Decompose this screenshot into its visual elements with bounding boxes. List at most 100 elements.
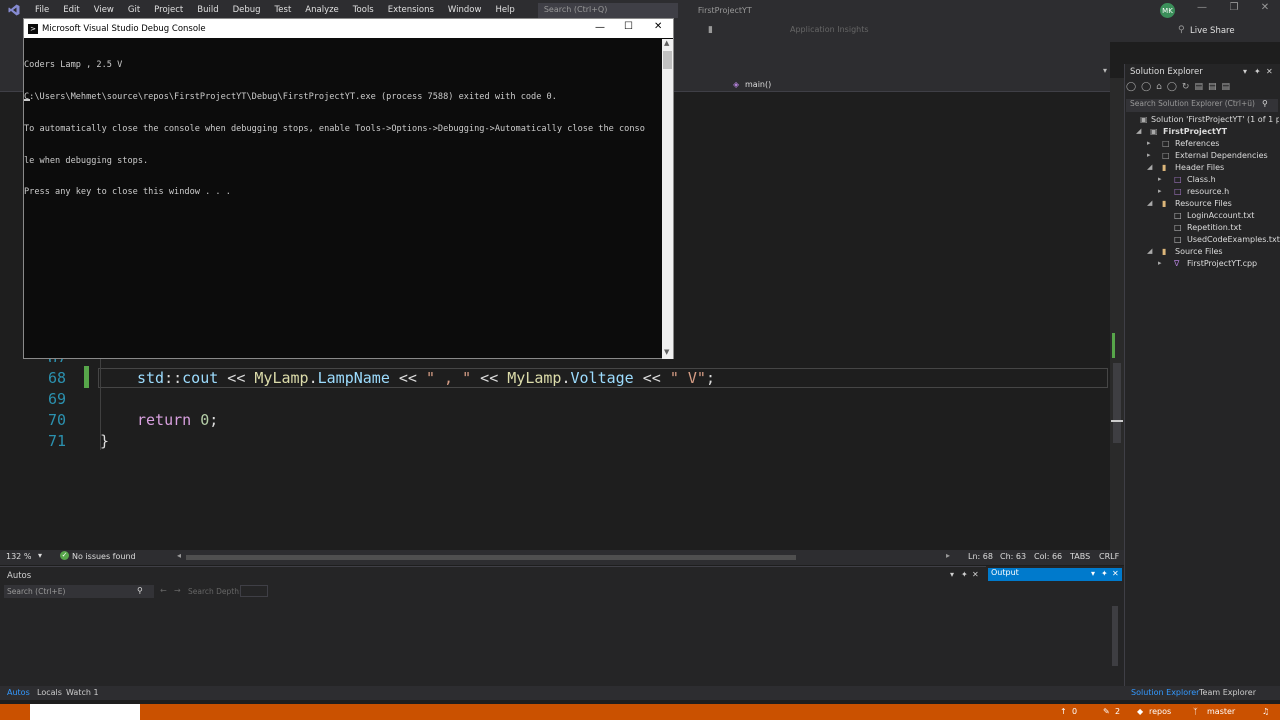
references-node[interactable]: References: [1175, 139, 1219, 148]
tab-team-explorer[interactable]: Team Explorer: [1199, 688, 1256, 697]
menu-analyze[interactable]: Analyze: [298, 5, 346, 15]
scroll-thumb[interactable]: [1113, 363, 1121, 443]
search-icon[interactable]: ⚲: [137, 586, 143, 595]
code-line-70[interactable]: return 0;: [137, 411, 218, 429]
menu-build[interactable]: Build: [190, 5, 225, 15]
menu-help[interactable]: Help: [488, 5, 521, 15]
line-ending[interactable]: CRLF: [1099, 552, 1119, 561]
console-minimize-icon[interactable]: —: [595, 22, 605, 33]
source-files-node[interactable]: Source Files: [1175, 247, 1223, 256]
login-account-node[interactable]: LoginAccount.txt: [1187, 211, 1254, 220]
output-dropdown-icon[interactable]: ▾: [1091, 569, 1095, 578]
zoom-level[interactable]: 132 %: [6, 552, 31, 561]
issues-status[interactable]: No issues found: [72, 552, 136, 561]
application-insights-button[interactable]: Application Insights: [790, 25, 869, 34]
console-scrollbar[interactable]: ▲ ▼: [662, 39, 673, 359]
solution-explorer-search[interactable]: Search Solution Explorer (Ctrl+ü) ⚲: [1126, 99, 1278, 112]
search-forward-icon[interactable]: →: [174, 586, 181, 595]
se-close-icon[interactable]: ✕: [1266, 67, 1273, 76]
function-dropdown[interactable]: main(): [745, 80, 771, 89]
menu-git[interactable]: Git: [121, 5, 147, 15]
branch-name[interactable]: master: [1207, 707, 1235, 716]
menu-project[interactable]: Project: [147, 5, 190, 15]
se-search-icon[interactable]: ⚲: [1262, 99, 1268, 108]
arrow-up-icon[interactable]: ↑: [1060, 707, 1067, 716]
indent-mode[interactable]: TABS: [1070, 552, 1090, 561]
se-pin-icon[interactable]: ✦: [1254, 67, 1261, 76]
first-project-cpp-node[interactable]: FirstProjectYT.cpp: [1187, 259, 1257, 268]
close-panel-icon[interactable]: ✕: [972, 570, 979, 579]
console-title-bar[interactable]: > Microsoft Visual Studio Debug Console …: [24, 19, 673, 38]
menu-view[interactable]: View: [87, 5, 121, 15]
menu-tools[interactable]: Tools: [346, 5, 381, 15]
resource-h-node[interactable]: resource.h: [1187, 187, 1229, 196]
collapse-arrow-icon[interactable]: ▸: [1158, 175, 1162, 183]
search-depth-select[interactable]: [240, 585, 268, 597]
tab-solution-explorer[interactable]: Solution Explorer: [1131, 688, 1199, 697]
console-scroll-thumb[interactable]: [663, 51, 672, 69]
changes-count[interactable]: 2: [1115, 707, 1120, 716]
output-scrollbar[interactable]: [1112, 606, 1118, 666]
bookmark-icon[interactable]: ▮: [708, 25, 713, 35]
menu-file[interactable]: File: [28, 5, 56, 15]
output-header[interactable]: Output ▾ ✦ ✕: [988, 568, 1122, 581]
minimize-icon[interactable]: —: [1192, 2, 1212, 18]
resource-files-node[interactable]: Resource Files: [1175, 199, 1232, 208]
editor-vertical-scrollbar[interactable]: [1110, 78, 1124, 550]
col-indicator[interactable]: Col: 66: [1034, 552, 1062, 561]
debug-console-window[interactable]: > Microsoft Visual Studio Debug Console …: [23, 18, 674, 359]
collapse-arrow-icon[interactable]: ▸: [1147, 139, 1151, 147]
se-dropdown-icon[interactable]: ▾: [1243, 67, 1247, 76]
pencil-icon[interactable]: ✎: [1103, 707, 1110, 716]
used-code-examples-node[interactable]: UsedCodeExamples.txt: [1187, 235, 1280, 244]
menu-extensions[interactable]: Extensions: [381, 5, 441, 15]
repetition-node[interactable]: Repetition.txt: [1187, 223, 1241, 232]
search-back-icon[interactable]: ←: [160, 586, 167, 595]
collapse-arrow-icon[interactable]: ▸: [1158, 187, 1162, 195]
scroll-up-icon[interactable]: ▲: [664, 39, 669, 47]
header-files-node[interactable]: Header Files: [1175, 163, 1224, 172]
output-pin-icon[interactable]: ✦: [1101, 569, 1108, 578]
tab-autos[interactable]: Autos: [7, 688, 30, 697]
expand-arrow-icon[interactable]: ◢: [1147, 247, 1152, 255]
menu-debug[interactable]: Debug: [226, 5, 268, 15]
tab-overflow-icon[interactable]: ▾: [1103, 66, 1107, 75]
menu-window[interactable]: Window: [441, 5, 489, 15]
tab-watch-1[interactable]: Watch 1: [66, 688, 99, 697]
collapse-arrow-icon[interactable]: ▸: [1158, 259, 1162, 267]
scroll-left-icon[interactable]: ◂: [177, 551, 181, 560]
tab-locals[interactable]: Locals: [37, 688, 62, 697]
menu-test[interactable]: Test: [268, 5, 299, 15]
horizontal-scroll-thumb[interactable]: [186, 555, 796, 560]
console-close-icon[interactable]: ✕: [654, 21, 662, 32]
repo-icon[interactable]: ◆: [1137, 707, 1143, 716]
branch-icon[interactable]: ᛉ: [1193, 707, 1198, 716]
unpushed-count[interactable]: 0: [1072, 707, 1077, 716]
expand-arrow-icon[interactable]: ◢: [1147, 163, 1152, 171]
class-h-node[interactable]: Class.h: [1187, 175, 1216, 184]
panel-dropdown-icon[interactable]: ▾: [950, 570, 954, 579]
console-maximize-icon[interactable]: ☐: [624, 21, 633, 32]
scroll-right-icon[interactable]: ▸: [946, 551, 950, 560]
expand-arrow-icon[interactable]: ◢: [1136, 127, 1141, 135]
global-search-input[interactable]: Search (Ctrl+Q): [537, 2, 678, 18]
user-avatar[interactable]: MK: [1160, 3, 1175, 18]
solution-node[interactable]: Solution 'FirstProjectYT' (1 of 1 proj: [1151, 115, 1279, 124]
menu-edit[interactable]: Edit: [56, 5, 86, 15]
code-line-68[interactable]: std::cout << MyLamp.LampName << " , " <<…: [137, 369, 715, 387]
zoom-dropdown-icon[interactable]: ▾: [38, 551, 42, 560]
restore-icon[interactable]: ❐: [1224, 2, 1244, 18]
autos-search-input[interactable]: Search (Ctrl+E) ⚲: [4, 585, 154, 598]
code-line-71[interactable]: }: [100, 432, 109, 450]
repo-name[interactable]: repos: [1149, 707, 1171, 716]
project-node[interactable]: FirstProjectYT: [1163, 127, 1227, 136]
collapse-arrow-icon[interactable]: ▸: [1147, 151, 1151, 159]
pin-icon[interactable]: ✦: [961, 570, 968, 579]
line-indicator[interactable]: Ln: 68: [968, 552, 993, 561]
expand-arrow-icon[interactable]: ◢: [1147, 199, 1152, 207]
external-dependencies-node[interactable]: External Dependencies: [1175, 151, 1268, 160]
solution-explorer-toolbar[interactable]: ◯◯⌂◯↻▤▤▤: [1126, 82, 1278, 96]
notification-bell-icon[interactable]: ♫: [1262, 707, 1269, 716]
scroll-down-icon[interactable]: ▼: [664, 348, 669, 356]
live-share-button[interactable]: Live Share: [1190, 26, 1235, 36]
